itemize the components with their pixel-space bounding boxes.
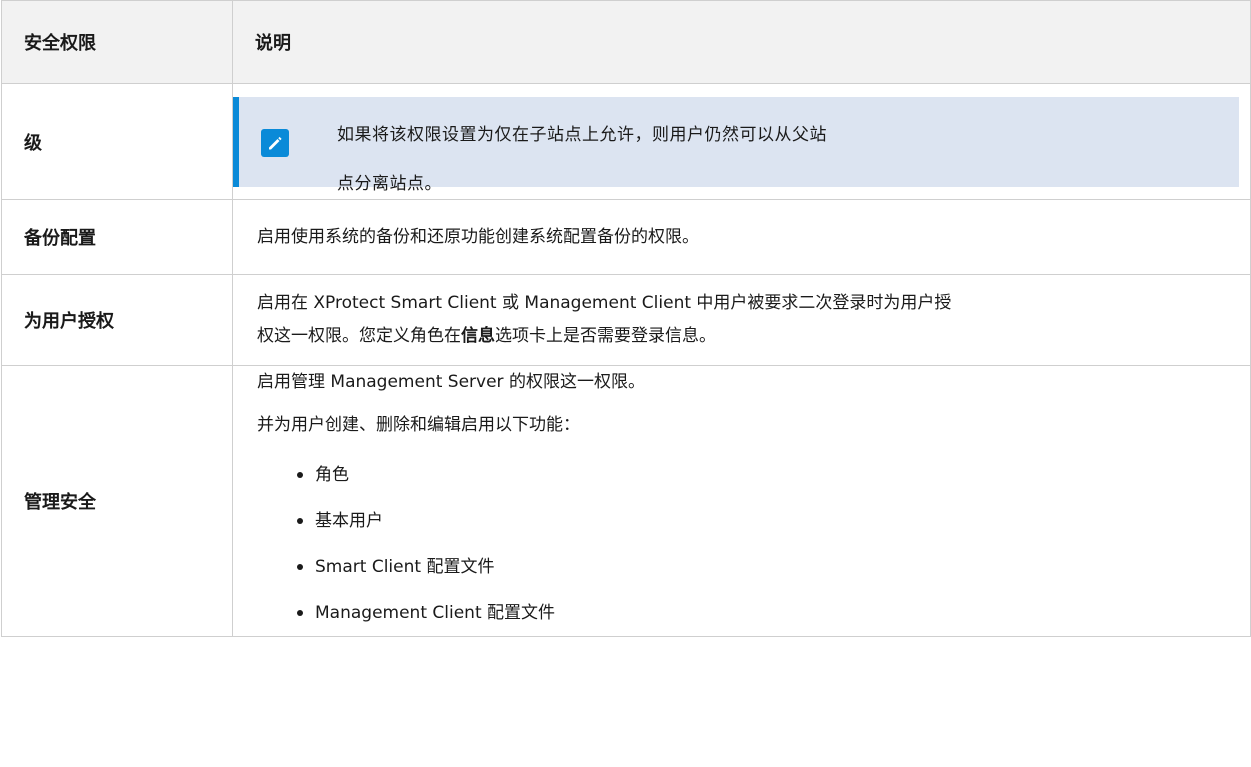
permission-description: 如果将该权限设置为仅在子站点上允许，则用户仍然可以从父站 点分离站点。	[232, 83, 1251, 200]
table-row: 为用户授权 启用在 XProtect Smart Client 或 Manage…	[1, 274, 1251, 366]
description-line: 并为用户创建、删除和编辑启用以下功能：	[257, 415, 580, 435]
description-line: 启用在 XProtect Smart Client 或 Management C…	[257, 293, 952, 313]
list-item: Management Client 配置文件	[297, 590, 1232, 636]
permission-name: 级	[1, 83, 233, 200]
description-text: 权这一权限。您定义角色在	[257, 326, 461, 346]
info-tab-reference: 信息	[461, 326, 495, 346]
description-text: 选项卡上是否需要登录信息。	[495, 326, 716, 346]
note-line: 如果将该权限设置为仅在子站点上允许，则用户仍然可以从父站	[337, 124, 827, 145]
list-item: Smart Client 配置文件	[297, 544, 1232, 590]
description-line: 权这一权限。您定义角色在信息选项卡上是否需要登录信息。	[257, 320, 1232, 353]
permissions-table: 安全权限 说明 级 如果将该权限设置为仅在子站点上允许，则用户仍然可以从父站 点…	[1, 0, 1251, 637]
permission-name: 管理安全	[1, 365, 233, 637]
permission-description: 启用在 XProtect Smart Client 或 Management C…	[232, 274, 1251, 366]
feature-list: 角色 基本用户 Smart Client 配置文件 Management Cli…	[257, 452, 1232, 636]
permission-description: 启用管理 Management Server 的权限这一权限。 并为用户创建、删…	[232, 365, 1251, 637]
header-description: 说明	[232, 0, 1251, 84]
table-row: 管理安全 启用管理 Management Server 的权限这一权限。 并为用…	[1, 365, 1251, 637]
header-security-permission: 安全权限	[1, 0, 233, 84]
pencil-icon	[261, 128, 289, 157]
description-line: 启用管理 Management Server 的权限这一权限。	[257, 372, 645, 392]
note-line: 点分离站点。	[337, 173, 442, 194]
note-box: 如果将该权限设置为仅在子站点上允许，则用户仍然可以从父站 点分离站点。	[233, 96, 1239, 194]
permission-name: 备份配置	[1, 199, 233, 275]
permission-name: 为用户授权	[1, 274, 233, 366]
list-item: 角色	[297, 452, 1232, 498]
note-text: 如果将该权限设置为仅在子站点上允许，则用户仍然可以从父站 点分离站点。	[337, 102, 897, 217]
list-item: 基本用户	[297, 498, 1232, 544]
table-row: 级 如果将该权限设置为仅在子站点上允许，则用户仍然可以从父站 点分离站点。	[1, 83, 1251, 200]
table-header-row: 安全权限 说明	[1, 0, 1251, 84]
